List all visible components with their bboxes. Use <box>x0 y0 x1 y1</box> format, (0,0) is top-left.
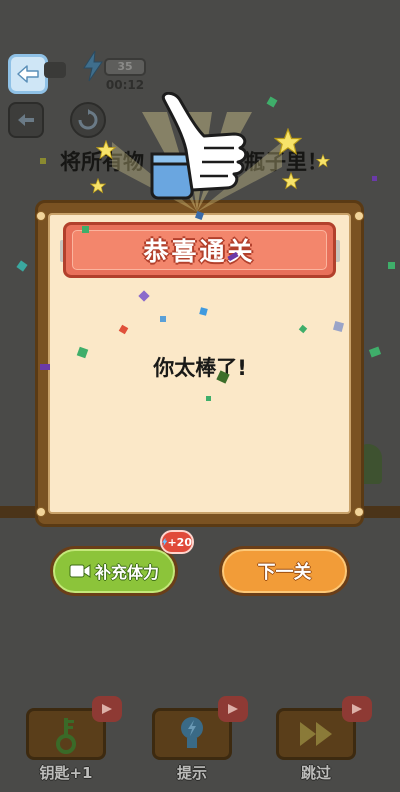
skip-tool-label: 跳过 <box>300 764 331 782</box>
video-ad-icon <box>218 696 248 722</box>
confetti-piece <box>40 158 46 164</box>
refill-label: 补充体力 <box>94 563 159 582</box>
thumbs-up-icon <box>150 92 248 200</box>
bonus-value: +20 <box>167 535 192 549</box>
undo-button[interactable] <box>8 102 44 138</box>
confetti-piece <box>266 96 278 108</box>
skip-icon <box>300 722 332 746</box>
back-button[interactable] <box>8 54 48 94</box>
refill-energy-button[interactable]: 补充体力 <box>50 546 178 596</box>
confetti-piece <box>160 316 166 322</box>
star-icon <box>274 128 302 156</box>
panel-stud <box>36 507 46 517</box>
restart-button[interactable] <box>70 102 106 138</box>
video-ad-icon <box>342 696 372 722</box>
panel-stud <box>36 211 46 221</box>
video-ad-icon <box>92 696 122 722</box>
praise-message: 你太棒了! <box>153 356 247 380</box>
confetti-piece <box>40 364 50 370</box>
level-timer: 00:12 <box>105 78 145 92</box>
lightbulb-icon <box>181 717 203 748</box>
confetti-piece <box>388 262 395 269</box>
refill-button-face: 补充体力 <box>53 549 175 593</box>
star-icon <box>282 172 300 190</box>
key-count-chip <box>44 62 66 78</box>
undo-arrow-icon <box>18 114 34 126</box>
key-tool-label: 钥匙+1 <box>39 764 93 782</box>
next-level-button[interactable]: 下一关 <box>219 546 350 596</box>
energy-bonus-badge: +20 <box>160 530 194 554</box>
hint-tool-label: 提示 <box>176 764 207 782</box>
star-icon <box>96 140 116 160</box>
next-level-label: 下一关 <box>222 549 347 593</box>
dialog-title: 恭喜通关 <box>72 230 327 270</box>
confetti-piece <box>16 260 28 272</box>
video-camera-icon <box>69 564 91 578</box>
panel-stud <box>354 211 364 221</box>
confetti-piece <box>368 346 382 358</box>
confetti-piece <box>82 226 89 233</box>
back-arrow-icon <box>17 65 39 83</box>
lightning-icon <box>83 50 103 82</box>
confetti-piece <box>206 396 211 401</box>
key-icon <box>56 718 76 754</box>
star-icon <box>316 154 330 168</box>
confetti-piece <box>372 176 377 181</box>
energy-counter: 35 <box>104 58 146 76</box>
panel-stud <box>354 507 364 517</box>
star-icon <box>90 178 106 194</box>
refresh-icon <box>78 109 98 130</box>
title-banner: 恭喜通关 <box>63 222 336 278</box>
